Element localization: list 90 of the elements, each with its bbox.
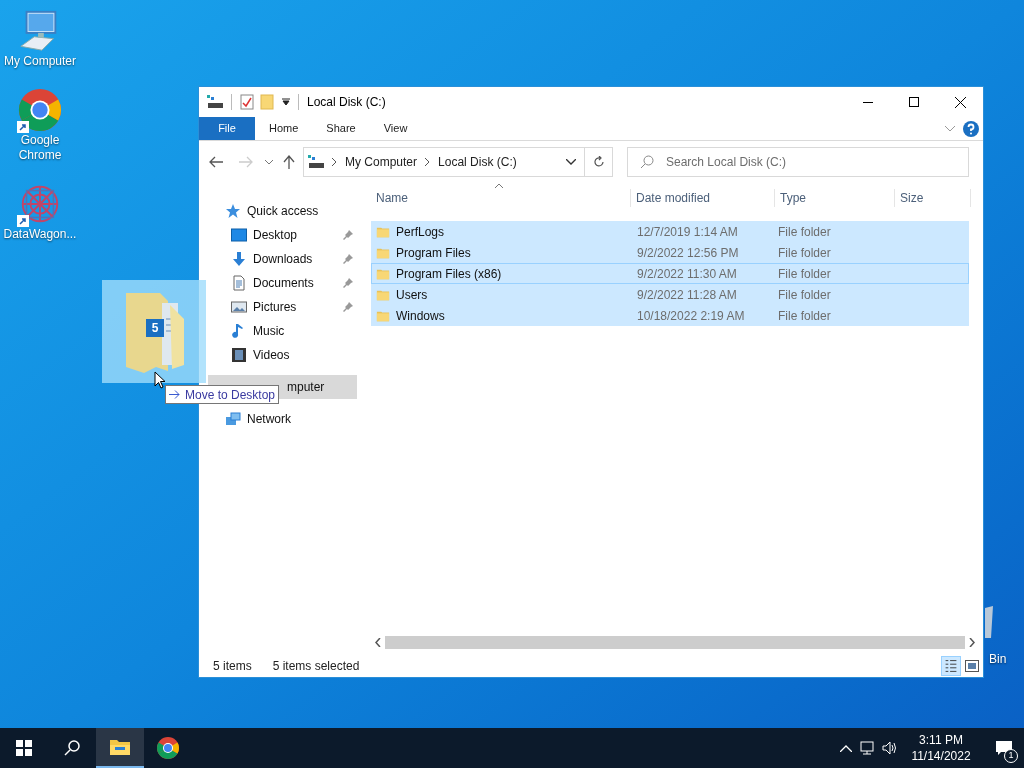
help-icon[interactable] bbox=[963, 120, 979, 137]
breadcrumb[interactable]: Local Disk (C:) bbox=[438, 153, 517, 171]
pin-icon[interactable] bbox=[343, 302, 353, 312]
date-cell-text: 9/2/2022 12:56 PM bbox=[636, 244, 740, 262]
status-text: 5 items selected bbox=[272, 658, 360, 675]
nav-item[interactable]: Downloads bbox=[208, 247, 357, 271]
nav-item[interactable]: Pictures bbox=[208, 295, 357, 319]
mouse-cursor-icon bbox=[154, 371, 166, 389]
back-arrow-icon[interactable] bbox=[209, 156, 223, 168]
ribbon-tab[interactable]: File bbox=[199, 117, 255, 140]
download-icon bbox=[231, 251, 247, 267]
file-name: PerfLogs bbox=[396, 223, 445, 241]
network-icon bbox=[225, 411, 241, 427]
nav-item[interactable]: Quick access bbox=[208, 199, 357, 223]
desktop-icon-label[interactable]: Bin bbox=[989, 650, 1007, 668]
properties-icon[interactable] bbox=[240, 94, 254, 110]
column-header[interactable]: Type bbox=[775, 189, 895, 207]
breadcrumb[interactable]: My Computer bbox=[345, 153, 418, 171]
chevron-right-icon[interactable] bbox=[969, 638, 975, 647]
chevron-right-icon[interactable] bbox=[332, 158, 337, 166]
pin-icon[interactable] bbox=[343, 254, 353, 264]
file-name: Users bbox=[396, 286, 428, 304]
column-header[interactable]: Name bbox=[371, 189, 631, 207]
type-cell-text: File folder bbox=[777, 265, 832, 283]
speaker-icon[interactable] bbox=[882, 741, 898, 755]
details-view-icon[interactable] bbox=[941, 656, 961, 676]
ribbon-tab[interactable]: Home bbox=[255, 117, 313, 140]
type-cell-text: File folder bbox=[777, 286, 832, 304]
refresh-icon bbox=[592, 156, 605, 168]
star-icon bbox=[225, 203, 241, 219]
date-cell-text: 9/2/2022 11:30 AM bbox=[636, 265, 738, 283]
minimize-icon bbox=[863, 101, 873, 103]
nav-item[interactable]: Documents bbox=[208, 271, 357, 295]
nav-item[interactable]: Desktop bbox=[208, 223, 357, 247]
search-field[interactable]: Search Local Disk (C:) bbox=[666, 153, 968, 171]
up-arrow-icon[interactable] bbox=[283, 155, 295, 169]
shortcut-arrow-icon bbox=[17, 215, 29, 227]
file-name: Program Files (x86) bbox=[396, 265, 502, 283]
chrome-icon bbox=[156, 736, 180, 760]
chrome-icon bbox=[17, 87, 63, 133]
search-box[interactable]: Search Local Disk (C:) bbox=[627, 147, 969, 177]
maximize-icon bbox=[909, 97, 919, 107]
file-row[interactable]: Program Files (x86) 9/2/2022 11:30 AM File folder bbox=[371, 263, 969, 284]
type-cell-text: File folder bbox=[777, 244, 832, 262]
column-header[interactable]: Size bbox=[895, 189, 971, 207]
windows-logo-icon bbox=[16, 740, 32, 756]
nav-item[interactable]: Videos bbox=[208, 343, 357, 367]
notification-icon[interactable] bbox=[995, 740, 1013, 756]
status-text: 5 items bbox=[213, 658, 252, 675]
file-name: Windows bbox=[396, 307, 445, 325]
date-cell-text: 12/7/2019 1:14 AM bbox=[636, 223, 739, 241]
search-icon bbox=[64, 740, 80, 756]
chevron-up-icon[interactable] bbox=[840, 744, 852, 752]
close-icon bbox=[954, 96, 966, 108]
pin-icon[interactable] bbox=[343, 230, 353, 240]
search-icon bbox=[640, 155, 654, 169]
file-row[interactable]: PerfLogs 12/7/2019 1:14 AM File folder bbox=[371, 221, 969, 242]
pin-icon[interactable] bbox=[343, 278, 353, 288]
nav-item[interactable]: Music bbox=[208, 319, 357, 343]
file-name: Program Files bbox=[396, 244, 471, 262]
ribbon-tab[interactable]: View bbox=[369, 117, 422, 140]
chevron-left-icon[interactable] bbox=[375, 638, 381, 647]
shortcut-arrow-icon bbox=[17, 121, 29, 133]
notification-badge: 1 bbox=[1004, 749, 1018, 763]
address-bar[interactable]: My Computer Local Disk (C:) bbox=[303, 147, 613, 177]
film-icon bbox=[231, 347, 247, 363]
nav-item[interactable]: Network bbox=[208, 407, 357, 431]
column-header[interactable]: Date modified bbox=[631, 189, 775, 207]
date-cell-text: 10/18/2022 2:19 AM bbox=[636, 307, 746, 325]
file-row[interactable]: Program Files 9/2/2022 12:56 PM File folder bbox=[371, 242, 969, 263]
preview-view-icon[interactable] bbox=[965, 660, 979, 672]
file-row[interactable]: Users 9/2/2022 11:28 AM File folder bbox=[371, 284, 969, 305]
file-row[interactable]: Windows 10/18/2022 2:19 AM File folder bbox=[371, 305, 969, 326]
chevron-right-icon[interactable] bbox=[425, 158, 431, 166]
drive-icon bbox=[308, 155, 324, 169]
type-cell-text: File folder bbox=[777, 223, 832, 241]
arrow-right-icon bbox=[169, 390, 180, 399]
document-icon bbox=[231, 275, 247, 291]
ribbon-tab[interactable]: Share bbox=[312, 117, 370, 140]
dropdown-icon[interactable] bbox=[282, 98, 290, 106]
date-cell-text: 9/2/2022 11:28 AM bbox=[636, 286, 738, 304]
drive-icon[interactable] bbox=[207, 95, 223, 109]
type-cell-text: File folder bbox=[777, 307, 832, 325]
pictures-icon bbox=[231, 299, 247, 315]
desktop-icon bbox=[231, 227, 247, 243]
clock[interactable]: 3:11 PM 11/14/2022 bbox=[904, 732, 978, 764]
taskbar-app[interactable] bbox=[96, 728, 144, 768]
window-title: Local Disk (C:) bbox=[307, 94, 386, 111]
chevron-down-icon[interactable] bbox=[566, 159, 576, 165]
network-icon[interactable] bbox=[860, 741, 876, 755]
